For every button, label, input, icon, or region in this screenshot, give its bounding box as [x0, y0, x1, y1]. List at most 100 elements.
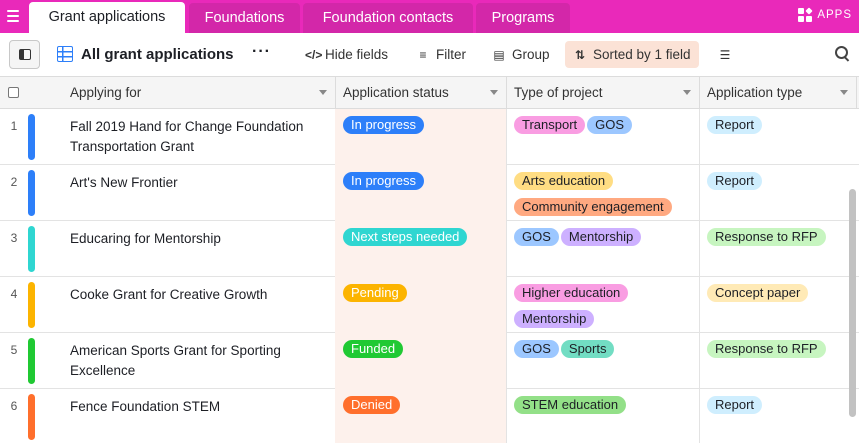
application-type-tag: Response to RFP — [707, 228, 826, 246]
status-badge: Pending — [343, 284, 407, 302]
cell-application-status[interactable]: In progress — [335, 165, 507, 221]
row-number: 6 — [10, 399, 18, 413]
project-type-tag: Mentorship — [514, 310, 595, 328]
column-header-applying-for[interactable]: Applying for — [62, 77, 336, 109]
apps-button[interactable]: APPS — [798, 7, 852, 22]
more-options-button[interactable]: ··· — [252, 43, 271, 61]
vertical-scrollbar[interactable] — [849, 189, 856, 417]
chevron-down-icon[interactable] — [683, 90, 691, 95]
row-number: 1 — [10, 119, 18, 133]
column-header-type-of-project[interactable]: Type of project — [506, 77, 700, 109]
tab-programs[interactable]: Programs — [476, 3, 570, 33]
search-icon[interactable] — [835, 46, 850, 61]
project-type-tag: Transport — [514, 116, 586, 134]
project-type-tag: GOS — [514, 228, 559, 246]
applying-for-text: Fall 2019 Hand for Change Foundation Tra… — [70, 119, 304, 154]
applying-for-text: Educaring for Mentorship — [70, 231, 221, 246]
project-type-tag: Arts education — [514, 172, 614, 190]
cell-application-status[interactable]: In progress — [335, 109, 507, 165]
select-all-cell — [0, 77, 62, 109]
filter-button[interactable]: ≡ Filter — [408, 41, 474, 68]
cell-applying-for[interactable]: Cooke Grant for Creative Growth — [62, 277, 336, 333]
row-number: 3 — [10, 231, 18, 245]
row-number: 5 — [10, 343, 18, 357]
select-all-checkbox[interactable] — [8, 87, 19, 98]
view-toolbar: All grant applications ··· </> Hide fiel… — [0, 33, 859, 77]
application-type-tag: Concept paper — [707, 284, 809, 302]
status-badge: In progress — [343, 172, 425, 190]
cell-type-of-project[interactable]: Arts education Community engagement — [506, 165, 700, 221]
project-type-tag: Sports — [560, 340, 615, 358]
tab-foundation-contacts[interactable]: Foundation contacts — [303, 3, 473, 33]
project-type-tag: Community engagement — [514, 198, 672, 216]
row-color-indicator — [28, 226, 35, 272]
grid-view-icon — [57, 46, 73, 62]
applying-for-text: Art's New Frontier — [70, 175, 178, 190]
row-color-indicator — [28, 170, 35, 216]
cell-type-of-project[interactable]: GOS Sports — [506, 333, 700, 389]
table-row[interactable]: 5 American Sports Grant for Sporting Exce… — [0, 333, 859, 389]
chevron-down-icon[interactable] — [490, 90, 498, 95]
group-button[interactable]: ▤ Group — [484, 41, 558, 68]
cell-application-type[interactable]: Response to RFP — [699, 221, 857, 277]
cell-applying-for[interactable]: Art's New Frontier — [62, 165, 336, 221]
project-type-tag: STEM education — [514, 396, 627, 414]
apps-label: APPS — [817, 9, 852, 21]
sort-button[interactable]: ⇅ Sorted by 1 field — [565, 41, 699, 68]
sidebar-toggle-button[interactable] — [9, 40, 40, 69]
row-height-icon: ☰ — [719, 47, 731, 62]
menu-icon[interactable] — [4, 8, 22, 24]
cell-applying-for[interactable]: Fall 2019 Hand for Change Foundation Tra… — [62, 109, 336, 165]
project-type-tag: Mentorship — [560, 228, 642, 246]
cell-application-status[interactable]: Pending — [335, 277, 507, 333]
hide-fields-button[interactable]: </> Hide fields — [297, 41, 396, 68]
table-row[interactable]: 1 Fall 2019 Hand for Change Foundation Tr… — [0, 109, 859, 165]
sidebar-icon — [19, 49, 31, 60]
cell-application-type[interactable]: Report — [699, 389, 857, 443]
cell-applying-for[interactable]: Educaring for Mentorship — [62, 221, 336, 277]
applying-for-text: American Sports Grant for Sporting Excel… — [70, 343, 281, 378]
apps-icon — [798, 7, 813, 22]
view-name[interactable]: All grant applications — [81, 46, 234, 63]
row-number: 4 — [10, 287, 18, 301]
cell-application-type[interactable]: Report — [699, 165, 857, 221]
column-header-application-type[interactable]: Application type — [699, 77, 857, 109]
status-badge: In progress — [343, 116, 425, 134]
table-row[interactable]: 2 Art's New Frontier In progress Arts educa… — [0, 165, 859, 221]
table-row[interactable]: 6 Fence Foundation STEM Denied STEM educati… — [0, 389, 859, 443]
cell-application-type[interactable]: Concept paper — [699, 277, 857, 333]
applying-for-text: Fence Foundation STEM — [70, 399, 221, 414]
column-label: Type of project — [514, 85, 603, 100]
cell-application-status[interactable]: Next steps needed — [335, 221, 507, 277]
filter-icon: ≡ — [419, 47, 427, 62]
group-icon: ▤ — [493, 47, 505, 62]
cell-type-of-project[interactable]: Higher education Mentorship — [506, 277, 700, 333]
application-type-tag: Response to RFP — [707, 340, 826, 358]
row-color-indicator — [28, 114, 35, 160]
row-height-button[interactable]: ☰ — [710, 41, 740, 68]
chevron-down-icon[interactable] — [840, 90, 848, 95]
applying-for-text: Cooke Grant for Creative Growth — [70, 287, 268, 302]
cell-applying-for[interactable]: American Sports Grant for Sporting Excel… — [62, 333, 336, 389]
status-badge: Denied — [343, 396, 401, 414]
cell-type-of-project[interactable]: GOS Mentorship — [506, 221, 700, 277]
cell-application-type[interactable]: Report — [699, 109, 857, 165]
column-label: Applying for — [70, 85, 142, 100]
cell-type-of-project[interactable]: STEM education — [506, 389, 700, 443]
chevron-down-icon[interactable] — [319, 90, 327, 95]
tab-grant-applications[interactable]: Grant applications — [29, 2, 185, 33]
sort-label: Sorted by 1 field — [593, 47, 691, 62]
cell-application-type[interactable]: Response to RFP — [699, 333, 857, 389]
filter-label: Filter — [436, 47, 466, 62]
cell-application-status[interactable]: Denied — [335, 389, 507, 443]
table-row[interactable]: 4 Cooke Grant for Creative Growth Pending H… — [0, 277, 859, 333]
tab-foundations[interactable]: Foundations — [189, 3, 300, 33]
cell-type-of-project[interactable]: Transport GOS — [506, 109, 700, 165]
cell-application-status[interactable]: Funded — [335, 333, 507, 389]
row-color-indicator — [28, 282, 35, 328]
cell-applying-for[interactable]: Fence Foundation STEM — [62, 389, 336, 443]
column-label: Application status — [343, 85, 449, 100]
column-header-application-status[interactable]: Application status — [335, 77, 507, 109]
table-row[interactable]: 3 Educaring for Mentorship Next steps need… — [0, 221, 859, 277]
project-type-tag: GOS — [514, 340, 559, 358]
